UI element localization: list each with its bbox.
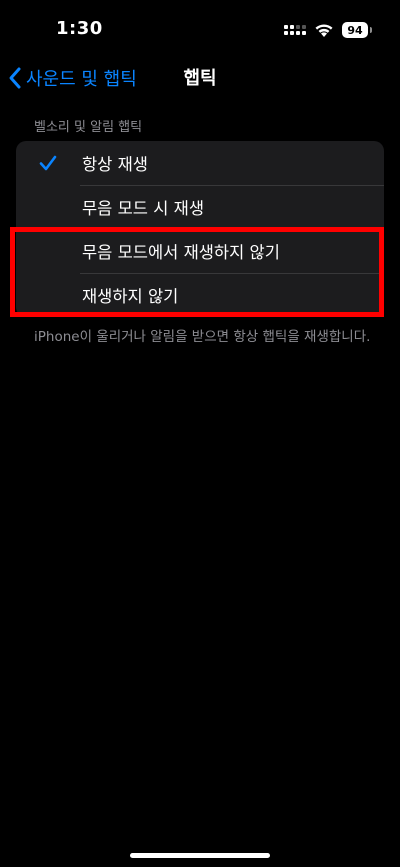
- home-indicator[interactable]: [130, 853, 270, 858]
- option-dont-play-in-silent-mode[interactable]: 무음 모드에서 재생하지 않기: [16, 229, 384, 273]
- page-title: 햅틱: [0, 64, 400, 90]
- status-icons: 94: [284, 20, 372, 40]
- page-title-text: 햅틱: [183, 68, 217, 89]
- battery-icon: 94: [342, 22, 372, 38]
- navigation-bar: 사운드 및 햅틱 햅틱: [0, 56, 400, 100]
- option-label: 재생하지 않기: [82, 287, 179, 306]
- option-never-play[interactable]: 재생하지 않기: [16, 273, 384, 317]
- haptics-options-list: 항상 재생 무음 모드 시 재생 무음 모드에서 재생하지 않기 재생하지 않기: [16, 141, 384, 317]
- status-bar: 1:30 94: [0, 0, 400, 60]
- option-label: 무음 모드 시 재생: [82, 199, 204, 218]
- option-always-play[interactable]: 항상 재생: [16, 141, 384, 185]
- option-label: 무음 모드에서 재생하지 않기: [82, 243, 280, 262]
- section-footer: iPhone이 울리거나 알림을 받으면 항상 햅틱을 재생합니다.: [34, 329, 371, 345]
- status-time: 1:30: [56, 18, 103, 39]
- section-header: 벨소리 및 알림 햅틱: [34, 120, 143, 135]
- option-play-in-silent-mode[interactable]: 무음 모드 시 재생: [16, 185, 384, 229]
- separator: [80, 229, 384, 230]
- separator: [80, 273, 384, 274]
- cellular-signal-icon: [284, 25, 306, 35]
- separator: [80, 185, 384, 186]
- wifi-icon: [315, 24, 333, 37]
- option-label: 항상 재생: [82, 155, 148, 174]
- checkmark-icon: [39, 155, 57, 171]
